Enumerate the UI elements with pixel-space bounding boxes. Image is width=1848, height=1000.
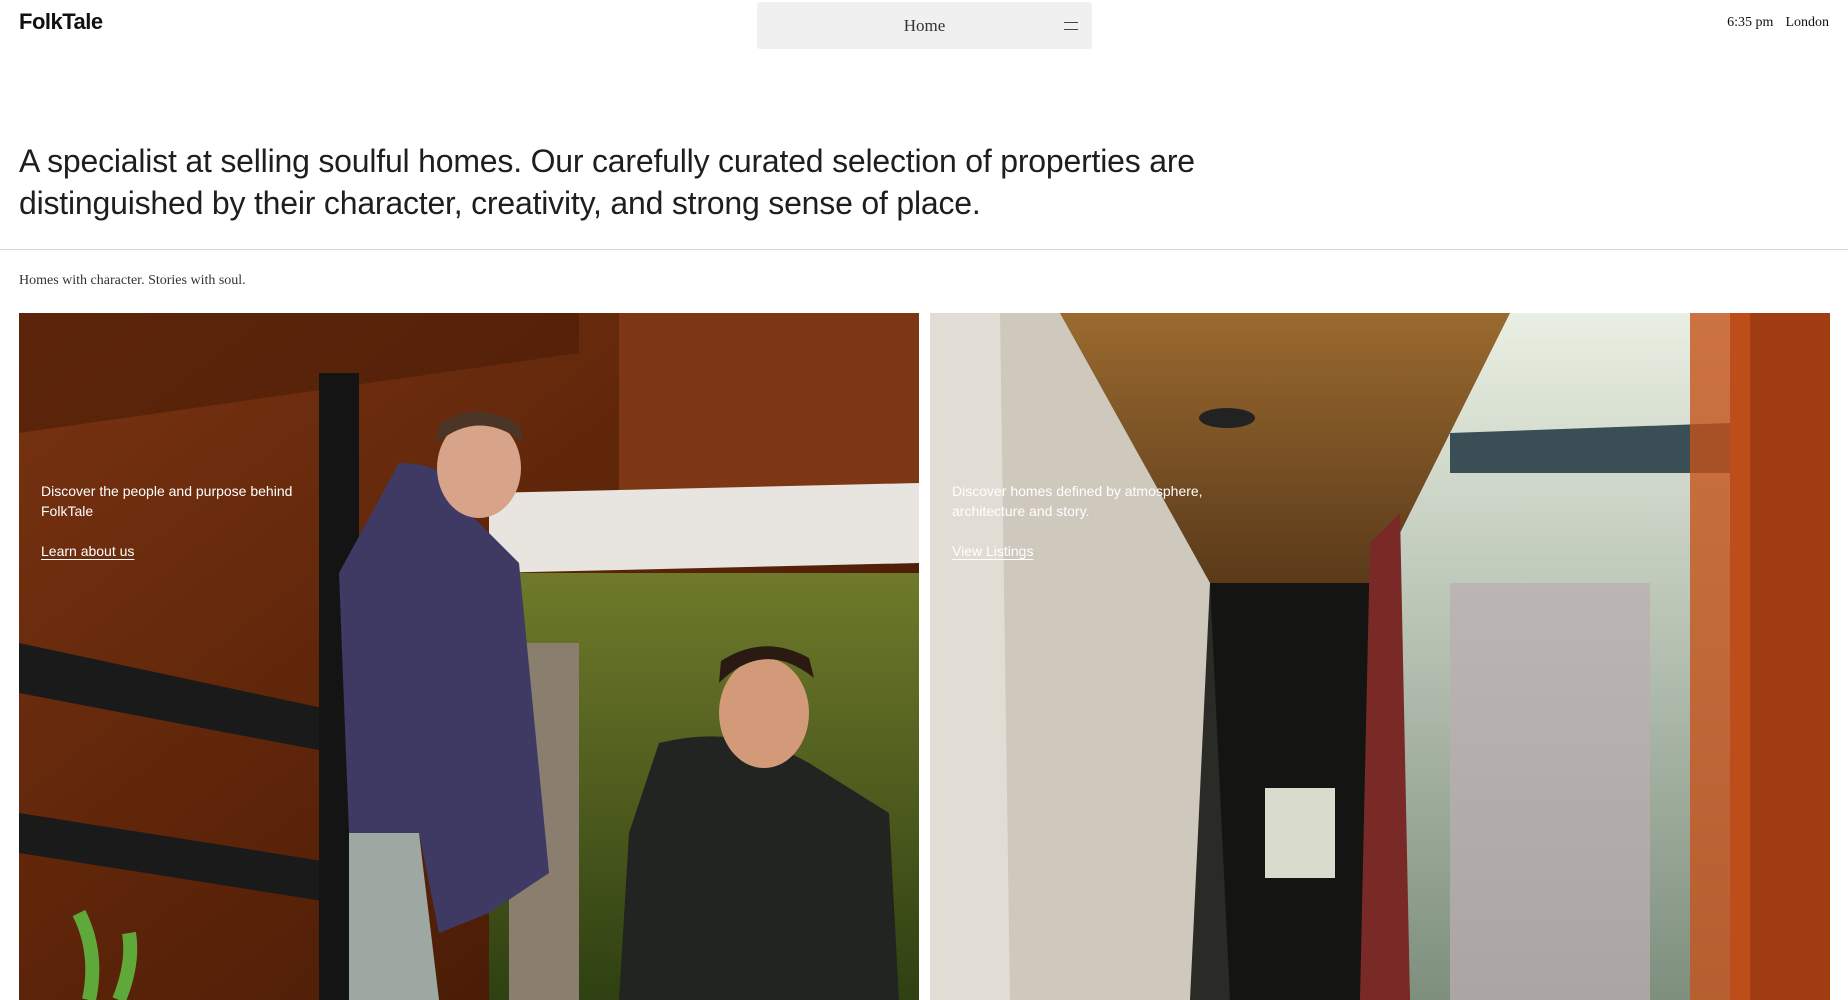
- about-card-content: Discover the people and purpose behind F…: [41, 481, 301, 561]
- section-divider: [0, 249, 1848, 250]
- learn-about-us-link[interactable]: Learn about us: [41, 543, 134, 559]
- time-text: 6:35 pm: [1727, 15, 1774, 30]
- hamburger-menu-icon[interactable]: [1064, 21, 1078, 30]
- listings-photo: [930, 313, 1830, 1000]
- logo[interactable]: FolkTale: [19, 9, 103, 35]
- location-text: London: [1785, 15, 1829, 30]
- about-card[interactable]: Discover the people and purpose behind F…: [19, 313, 919, 1000]
- nav-current-page-label: Home: [903, 15, 946, 35]
- about-card-description: Discover the people and purpose behind F…: [41, 483, 293, 519]
- about-photo: [19, 313, 919, 1000]
- local-time: 6:35 pm London: [1727, 15, 1829, 31]
- listings-card-description: Discover homes defined by atmosphere, ar…: [952, 483, 1203, 519]
- listings-card[interactable]: Discover homes defined by atmosphere, ar…: [930, 313, 1830, 1000]
- listings-card-content: Discover homes defined by atmosphere, ar…: [952, 481, 1212, 561]
- view-listings-link[interactable]: View Listings: [952, 543, 1033, 559]
- nav-menu-button[interactable]: Home: [757, 2, 1092, 49]
- intro-statement: A specialist at selling soulful homes. O…: [19, 143, 1195, 221]
- tagline: Homes with character. Stories with soul.: [19, 273, 246, 288]
